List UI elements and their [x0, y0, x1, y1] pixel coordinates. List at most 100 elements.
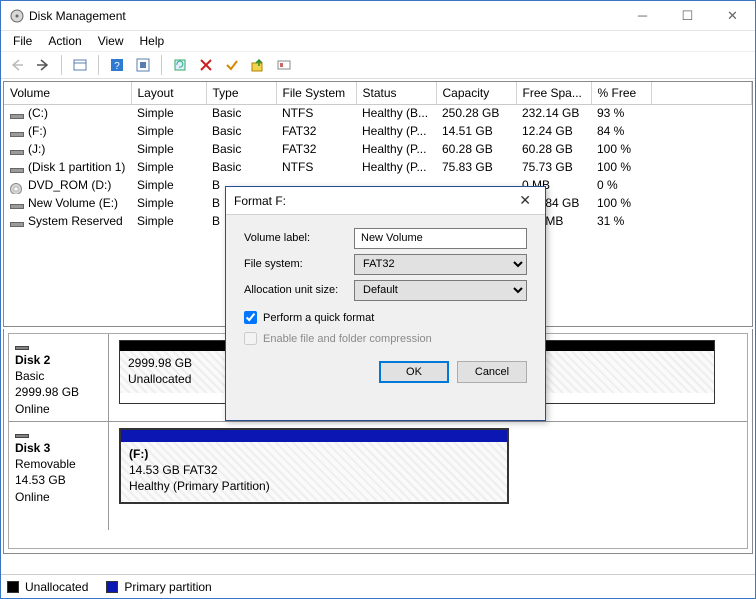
cell-type: Basic	[206, 122, 276, 140]
volume-icon	[10, 127, 24, 137]
part-status: Healthy (Primary Partition)	[129, 478, 499, 494]
delete-icon[interactable]	[194, 54, 218, 76]
col-filesystem[interactable]: File System	[276, 82, 356, 104]
quickformat-checkbox[interactable]	[244, 311, 257, 324]
minimize-button[interactable]: ─	[620, 1, 665, 31]
export-icon[interactable]	[246, 54, 270, 76]
cell-free: 232.14 GB	[516, 104, 591, 122]
table-row[interactable]: (J:)SimpleBasicFAT32Healthy (P...60.28 G…	[4, 140, 752, 158]
cell-pct: 100 %	[591, 140, 651, 158]
window-title: Disk Management	[25, 9, 126, 23]
filesystem-select[interactable]: FAT32	[354, 254, 527, 275]
col-capacity[interactable]: Capacity	[436, 82, 516, 104]
col-freespace[interactable]: Free Spa...	[516, 82, 591, 104]
col-volume[interactable]: Volume	[4, 82, 131, 104]
menu-action[interactable]: Action	[40, 32, 89, 50]
cell-fs: FAT32	[276, 140, 356, 158]
cell-capacity: 75.83 GB	[436, 158, 516, 176]
disk-meta: Disk 2 Basic 2999.98 GB Online	[9, 334, 109, 421]
cell-fs: NTFS	[276, 158, 356, 176]
cell-free: 60.28 GB	[516, 140, 591, 158]
cell-volume: (C:)	[28, 106, 48, 120]
disk-state: Online	[15, 489, 104, 505]
col-pctfree[interactable]: % Free	[591, 82, 651, 104]
legend-swatch-unallocated	[7, 581, 19, 593]
disk-name: Disk 3	[15, 440, 104, 456]
col-status[interactable]: Status	[356, 82, 436, 104]
volume-icon	[10, 109, 24, 119]
cell-layout: Simple	[131, 122, 206, 140]
cell-capacity: 250.28 GB	[436, 104, 516, 122]
part-label: (F:)	[129, 446, 499, 462]
cell-pct: 0 %	[591, 176, 651, 194]
table-row[interactable]: (Disk 1 partition 1)SimpleBasicNTFSHealt…	[4, 158, 752, 176]
nav-forward-icon[interactable]	[31, 54, 55, 76]
disc-icon	[10, 181, 24, 191]
col-type[interactable]: Type	[206, 82, 276, 104]
cell-layout: Simple	[131, 212, 206, 230]
disk-size: 14.53 GB	[15, 472, 104, 488]
disk-state: Online	[15, 401, 104, 417]
part-desc: 14.53 GB FAT32	[129, 462, 499, 478]
quickformat-label: Perform a quick format	[263, 312, 374, 324]
allocation-label: Allocation unit size:	[244, 284, 354, 296]
disk-row[interactable]: Disk 3 Removable 14.53 GB Online (F:) 14…	[9, 422, 747, 530]
cell-layout: Simple	[131, 194, 206, 212]
legend-primary: Primary partition	[124, 580, 211, 594]
filesystem-label: File system:	[244, 258, 354, 270]
dialog-titlebar[interactable]: Format F: ✕	[226, 187, 545, 215]
settings-icon[interactable]	[131, 54, 155, 76]
disk-size: 2999.98 GB	[15, 384, 104, 400]
menu-bar: File Action View Help	[1, 31, 755, 51]
cell-free: 12.24 GB	[516, 122, 591, 140]
cell-status: Healthy (P...	[356, 140, 436, 158]
table-row[interactable]: (C:)SimpleBasicNTFSHealthy (B...250.28 G…	[4, 104, 752, 122]
allocation-select[interactable]: Default	[354, 280, 527, 301]
cell-volume: System Reserved	[28, 214, 123, 228]
nav-back-icon[interactable]	[5, 54, 29, 76]
legend-unallocated: Unallocated	[25, 580, 88, 594]
format-dialog: Format F: ✕ Volume label: File system: F…	[225, 186, 546, 421]
checkmark-icon[interactable]	[220, 54, 244, 76]
cell-capacity: 60.28 GB	[436, 140, 516, 158]
view-list-icon[interactable]	[68, 54, 92, 76]
cell-free: 75.73 GB	[516, 158, 591, 176]
properties-icon[interactable]	[272, 54, 296, 76]
cell-volume: DVD_ROM (D:)	[28, 178, 111, 192]
volume-label-label: Volume label:	[244, 232, 354, 244]
partition-primary[interactable]: (F:) 14.53 GB FAT32 Healthy (Primary Par…	[119, 428, 509, 504]
cell-fs: FAT32	[276, 122, 356, 140]
volume-icon	[10, 217, 24, 227]
legend-swatch-primary	[106, 581, 118, 593]
cell-type: Basic	[206, 140, 276, 158]
menu-file[interactable]: File	[5, 32, 40, 50]
column-header-row[interactable]: Volume Layout Type File System Status Ca…	[4, 82, 752, 104]
ok-button[interactable]: OK	[379, 361, 449, 383]
table-row[interactable]: (F:)SimpleBasicFAT32Healthy (P...14.51 G…	[4, 122, 752, 140]
cancel-button[interactable]: Cancel	[457, 361, 527, 383]
cell-layout: Simple	[131, 176, 206, 194]
menu-view[interactable]: View	[90, 32, 132, 50]
col-layout[interactable]: Layout	[131, 82, 206, 104]
volume-icon	[10, 199, 24, 209]
maximize-button[interactable]: ☐	[665, 1, 710, 31]
dialog-title: Format F:	[234, 194, 286, 208]
legend-bar: Unallocated Primary partition	[1, 574, 755, 598]
disk-icon	[15, 434, 29, 438]
menu-help[interactable]: Help	[132, 32, 173, 50]
compression-label: Enable file and folder compression	[263, 333, 432, 345]
title-bar: Disk Management ─ ☐ ✕	[1, 1, 755, 31]
disk-kind: Basic	[15, 368, 104, 384]
close-icon[interactable]: ✕	[513, 190, 537, 211]
disk-meta: Disk 3 Removable 14.53 GB Online	[9, 422, 109, 530]
cell-type: Basic	[206, 158, 276, 176]
cell-layout: Simple	[131, 158, 206, 176]
cell-pct: 93 %	[591, 104, 651, 122]
volume-label-input[interactable]	[354, 228, 527, 249]
refresh-icon[interactable]	[168, 54, 192, 76]
close-button[interactable]: ✕	[710, 1, 755, 31]
help-icon[interactable]: ?	[105, 54, 129, 76]
disk-icon	[15, 346, 29, 350]
disk-kind: Removable	[15, 456, 104, 472]
cell-fs: NTFS	[276, 104, 356, 122]
